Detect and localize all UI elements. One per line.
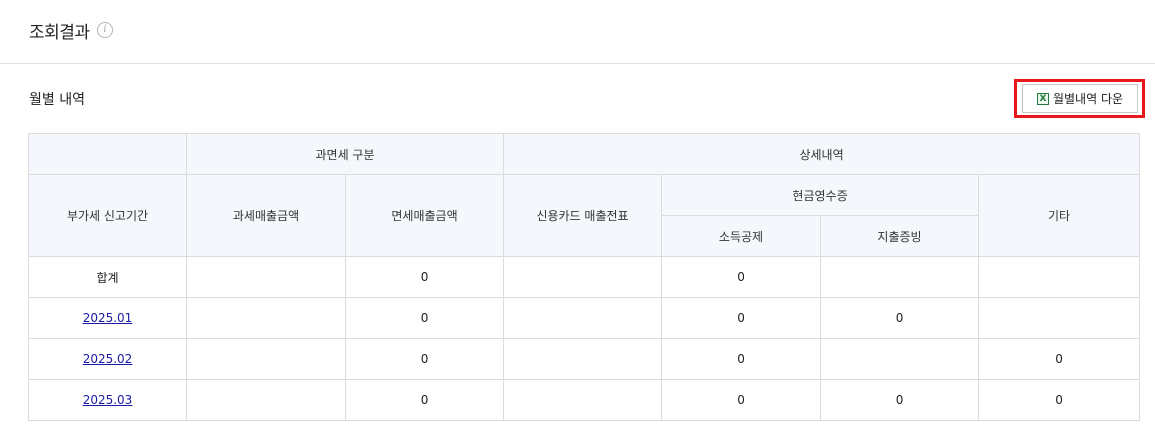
table-row: 2025.03 0 0 0 0 [28,379,1141,421]
cell-exempt-sales: 0 [344,338,505,380]
cell-other: 0 [978,338,1141,380]
header-income-deduction: 소득공제 [661,215,822,257]
cell-other [978,297,1141,339]
cell-income-deduction: 0 [661,338,822,380]
table-row: 2025.01 0 0 0 [28,297,1141,339]
cell-income-deduction: 0 [661,256,822,298]
cell-income-deduction: 0 [661,297,822,339]
cell-expense-proof: 0 [820,297,980,339]
cell-taxable-sales [186,297,346,339]
period-link[interactable]: 2025.01 [83,311,133,325]
cell-exempt-sales: 0 [344,297,505,339]
header-other: 기타 [978,174,1141,257]
cell-expense-proof [820,256,980,298]
cell-credit-card [503,297,663,339]
header-detail-group: 상세내역 [503,133,1141,175]
result-title: 조회결과 [29,23,90,43]
cell-exempt-sales: 0 [344,379,505,421]
monthly-download-button[interactable]: X 월별내역 다운 [1022,84,1138,113]
cell-other: 0 [978,379,1141,421]
header-row-1: 과면세 구분 상세내역 [28,133,1141,175]
result-header: 조회결과 i [0,0,1155,64]
cell-credit-card [503,256,663,298]
cell-credit-card [503,379,663,421]
info-icon[interactable]: i [97,22,113,38]
excel-icon: X [1036,92,1049,105]
table-row: 2025.02 0 0 0 [28,338,1141,380]
table-row-total: 합계 0 0 [28,256,1141,298]
cell-expense-proof: 0 [820,379,980,421]
monthly-section-title: 월별 내역 [29,92,85,108]
header-expense-proof: 지출증빙 [820,215,980,257]
cell-other [978,256,1141,298]
cell-taxable-sales [186,379,346,421]
cell-period: 2025.01 [28,297,187,339]
cell-income-deduction: 0 [661,379,822,421]
header-cash-receipt: 현금영수증 [661,174,980,216]
header-exempt-sales: 면세매출금액 [344,174,505,257]
header-blank [28,133,187,175]
page: 조회결과 i 월별 내역 X 월별내역 다운 과면세 구분 상세내역 부가세 신… [0,0,1155,435]
cell-exempt-sales: 0 [344,256,505,298]
cell-credit-card [503,338,663,380]
header-period: 부가세 신고기간 [28,174,187,257]
cell-taxable-sales [186,256,346,298]
cell-period: 합계 [28,256,187,298]
header-row-2: 부가세 신고기간 과세매출금액 면세매출금액 신용카드 매출전표 현금영수증 기… [28,174,1141,257]
header-credit-card: 신용카드 매출전표 [503,174,663,257]
period-link[interactable]: 2025.02 [83,352,133,366]
cell-period: 2025.02 [28,338,187,380]
period-link[interactable]: 2025.03 [83,393,133,407]
cell-expense-proof [820,338,980,380]
monthly-table: 과면세 구분 상세내역 부가세 신고기간 과세매출금액 면세매출금액 신용카드 … [28,133,1141,421]
header-taxation-group: 과면세 구분 [185,133,505,175]
download-button-label: 월별내역 다운 [1052,92,1124,106]
cell-period: 2025.03 [28,379,187,421]
header-taxable-sales: 과세매출금액 [186,174,346,257]
cell-taxable-sales [186,338,346,380]
